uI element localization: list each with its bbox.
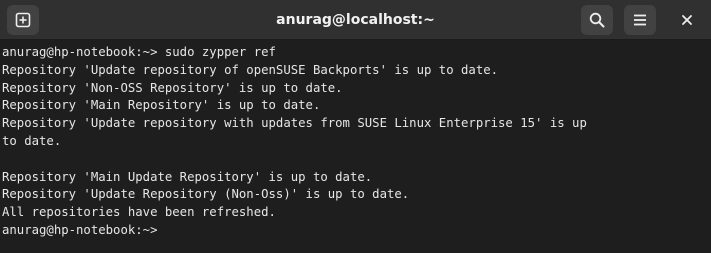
plus-square-icon xyxy=(15,12,31,28)
close-icon xyxy=(681,14,693,26)
terminal-line: Repository 'Update repository with updat… xyxy=(2,116,587,131)
terminal-line: All repositories have been refreshed. xyxy=(2,205,276,220)
terminal-line: Repository 'Update repository of openSUS… xyxy=(2,62,499,77)
search-icon xyxy=(589,12,605,28)
terminal-line: Repository 'Update Repository (Non-Oss)'… xyxy=(2,187,410,202)
terminal-window: anurag@localhost:~ anurag@hp-notebook:~>… xyxy=(0,0,711,253)
hamburger-menu-icon xyxy=(632,12,648,28)
search-button[interactable] xyxy=(581,5,613,35)
terminal-prompt-line: anurag@hp-notebook:~> xyxy=(2,222,158,237)
menu-button[interactable] xyxy=(624,5,656,35)
title-bar: anurag@localhost:~ xyxy=(0,0,711,40)
close-button[interactable] xyxy=(672,5,702,35)
terminal-line: to date. xyxy=(2,133,62,148)
terminal-line: Repository 'Main Repository' is up to da… xyxy=(2,98,321,113)
terminal-line: Repository 'Non-OSS Repository' is up to… xyxy=(2,80,343,95)
terminal-output[interactable]: anurag@hp-notebook:~> sudo zypper ref Re… xyxy=(0,40,711,253)
scrollbar[interactable] xyxy=(707,40,711,253)
terminal-line: anurag@hp-notebook:~> sudo zypper ref xyxy=(2,45,276,59)
new-tab-button[interactable] xyxy=(7,5,39,35)
terminal-line: Repository 'Main Update Repository' is u… xyxy=(2,169,373,184)
